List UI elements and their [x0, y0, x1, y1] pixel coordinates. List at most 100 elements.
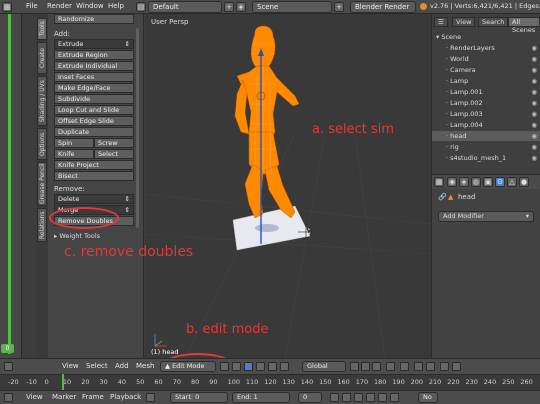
play-reverse-icon[interactable] [354, 393, 363, 402]
outliner-item[interactable]: · rig ◉ [432, 142, 540, 152]
outliner-all-scenes[interactable]: All Scenes [508, 17, 540, 34]
tab-shading-uvs[interactable]: Shading / UVs [37, 76, 47, 126]
scene-icon[interactable]: ◈ [236, 2, 246, 12]
render-animation-icon[interactable] [452, 362, 461, 371]
world-tab-icon[interactable]: ◍ [471, 177, 481, 187]
add-layout-button[interactable]: + [224, 2, 234, 12]
outliner-item[interactable]: · Lamp.001 ◉ [432, 87, 540, 97]
visibility-eye-icon[interactable]: ◉ [531, 153, 537, 163]
outliner-item[interactable]: · Lamp.003 ◉ [432, 109, 540, 119]
add-menu[interactable]: Add [115, 362, 129, 370]
outliner-search-menu[interactable]: Search [478, 17, 509, 27]
editor-type-icon[interactable]: ▦ [2, 2, 12, 12]
tab-relations[interactable]: Relations [37, 208, 47, 242]
properties-editor-icon[interactable]: ▦ [434, 177, 444, 187]
visibility-eye-icon[interactable]: ◉ [531, 120, 537, 130]
data-tab-icon[interactable]: △ [507, 177, 517, 187]
outliner-item[interactable]: · Lamp.002 ◉ [432, 98, 540, 108]
opengl-render-icon[interactable] [440, 362, 449, 371]
manipulator-toggle-icon[interactable] [244, 362, 253, 371]
snap-icon[interactable] [414, 362, 423, 371]
edge-select-icon[interactable] [361, 362, 370, 371]
timeline-ruler[interactable]: -20 -10 0 10 20 30 40 50 60 70 80 90 100 110 120 130 140… [0, 374, 540, 390]
menu-file[interactable]: File [26, 2, 38, 10]
visibility-eye-icon[interactable]: ◉ [531, 76, 537, 86]
play-icon[interactable] [366, 393, 375, 402]
toolshelf-scrollbar[interactable] [136, 28, 139, 228]
scene-dropdown[interactable]: Scene [252, 1, 332, 13]
3d-viewport[interactable]: User Persp (1) head [145, 14, 431, 358]
visibility-eye-icon[interactable]: ◉ [531, 54, 537, 64]
pivot-icon[interactable] [232, 362, 241, 371]
record-icon[interactable] [146, 393, 155, 402]
screen-layout-icon[interactable]: ▤ [136, 2, 146, 12]
playhead[interactable] [62, 374, 64, 390]
object-tab-icon[interactable]: ▣ [483, 177, 493, 187]
extrude-individual-button[interactable]: Extrude Individual [54, 61, 134, 71]
modifier-tab-icon[interactable]: ⚙ [495, 177, 505, 187]
view-menu[interactable]: View [62, 362, 79, 370]
current-frame-field[interactable]: 0 [298, 392, 322, 403]
outliner-item[interactable]: · Lamp.004 ◉ [432, 120, 540, 130]
tab-options[interactable]: Options [37, 128, 47, 160]
scene-tab-icon[interactable]: ◈ [459, 177, 469, 187]
timeline-marker-menu[interactable]: Marker [52, 393, 76, 401]
select-menu[interactable]: Select [86, 362, 108, 370]
screw-button[interactable]: Screw [94, 138, 134, 148]
tab-create[interactable]: Create [37, 42, 47, 74]
menu-help[interactable]: Help [108, 2, 124, 10]
extrude-dropdown[interactable]: Extrude ⇕ [54, 39, 134, 49]
orientation-dropdown[interactable]: Global [302, 361, 346, 372]
weight-tools-panel-header[interactable]: ▸ Weight Tools [54, 232, 100, 240]
add-modifier-dropdown[interactable]: Add Modifier ▾ [438, 211, 534, 222]
scale-icon[interactable] [280, 362, 289, 371]
timeline-view-menu[interactable]: View [26, 393, 43, 401]
end-frame-field[interactable]: End: 1 [232, 392, 290, 403]
offset-edge-slide-button[interactable]: Offset Edge Slide [54, 116, 134, 126]
extrude-region-button[interactable]: Extrude Region [54, 50, 134, 60]
face-select-icon[interactable] [372, 362, 381, 371]
next-keyframe-icon[interactable] [378, 393, 387, 402]
sync-dropdown[interactable]: No [418, 392, 438, 403]
knife-button[interactable]: Knife [54, 149, 94, 159]
render-tab-icon[interactable]: ◉ [447, 177, 457, 187]
duplicate-button[interactable]: Duplicate [54, 127, 134, 137]
select-button[interactable]: Select [94, 149, 134, 159]
vertex-select-icon[interactable] [350, 362, 359, 371]
randomize-button[interactable]: Randomize [54, 14, 134, 24]
timeline-playback-menu[interactable]: Playback [110, 393, 141, 401]
subdivide-button[interactable]: Subdivide [54, 94, 134, 104]
menu-render[interactable]: Render [47, 2, 72, 10]
loop-cut-slide-button[interactable]: Loop Cut and Slide [54, 105, 134, 115]
mode-dropdown[interactable]: ▲ Edit Mode [160, 361, 216, 372]
outliner-item[interactable]: · s4studio_mesh_1 ◉ [432, 153, 540, 163]
visibility-eye-icon[interactable]: ◉ [531, 43, 537, 53]
tab-grease-pencil[interactable]: Grease Pencil [37, 162, 47, 206]
spin-button[interactable]: Spin [54, 138, 94, 148]
proportional-edit-icon[interactable] [400, 362, 409, 371]
occlude-geometry-icon[interactable] [386, 362, 395, 371]
bisect-button[interactable]: Bisect [54, 171, 134, 181]
inset-faces-button[interactable]: Inset Faces [54, 72, 134, 82]
jump-end-icon[interactable] [390, 393, 399, 402]
mesh-menu[interactable]: Mesh [136, 362, 154, 370]
jump-start-icon[interactable] [330, 393, 339, 402]
translate-icon[interactable] [256, 362, 265, 371]
visibility-eye-icon[interactable]: ◉ [531, 109, 537, 119]
visibility-eye-icon[interactable]: ◉ [531, 131, 537, 141]
timeline-editor-icon[interactable] [4, 393, 13, 402]
snap-target-icon[interactable] [426, 362, 435, 371]
material-tab-icon[interactable]: ● [519, 177, 529, 187]
outliner-item[interactable]: · head ◉ [432, 131, 540, 141]
start-frame-field[interactable]: Start: 0 [170, 392, 228, 403]
visibility-eye-icon[interactable]: ◉ [531, 65, 537, 75]
tab-tools[interactable]: Tools [37, 18, 47, 40]
layout-dropdown[interactable]: Default [148, 1, 222, 13]
visibility-eye-icon[interactable]: ◉ [531, 87, 537, 97]
timeline-frame-menu[interactable]: Frame [82, 393, 104, 401]
visibility-eye-icon[interactable]: ◉ [531, 142, 537, 152]
prev-keyframe-icon[interactable] [342, 393, 351, 402]
knife-project-button[interactable]: Knife Project [54, 160, 134, 170]
outliner-item[interactable]: ▾ Scene [432, 32, 540, 42]
render-engine-dropdown[interactable]: Blender Render [350, 1, 416, 13]
